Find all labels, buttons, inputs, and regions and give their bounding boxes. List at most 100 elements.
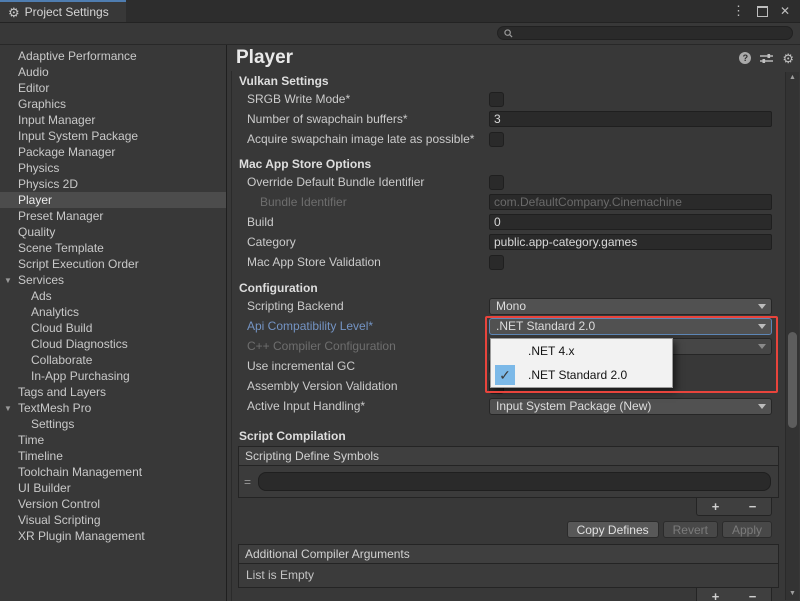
gear-icon[interactable]: ⚙ <box>782 52 794 65</box>
sidebar-item-cloud-diagnostics[interactable]: ▼ Cloud Diagnostics <box>0 336 226 352</box>
sidebar-item-time[interactable]: ▼ Time <box>0 432 226 448</box>
row-bundle-identifier: Bundle Identifier <box>232 192 784 212</box>
row-build: Build <box>232 212 784 232</box>
sidebar-item-label: Quality <box>18 225 55 239</box>
scrollbar-thumb[interactable] <box>788 332 797 428</box>
sidebar-item-physics-2d[interactable]: ▼ Physics 2D <box>0 176 226 192</box>
sidebar-item-label: Tags and Layers <box>18 385 106 399</box>
list-empty-label: List is Empty <box>239 564 778 587</box>
sidebar-item-graphics[interactable]: ▼ Graphics <box>0 96 226 112</box>
tab-project-settings[interactable]: ⚙ Project Settings <box>0 0 126 22</box>
swapchain-buffers-input[interactable] <box>490 112 771 126</box>
menu-kebab-icon[interactable]: ⋮ <box>732 3 745 19</box>
sidebar-item-collaborate[interactable]: ▼ Collaborate <box>0 352 226 368</box>
sidebar-item-settings[interactable]: ▼ Settings <box>0 416 226 432</box>
sidebar-item-label: Audio <box>18 65 49 79</box>
sidebar-item-label: Adaptive Performance <box>18 49 137 63</box>
row-srgb-write-mode: SRGB Write Mode* ✓ <box>232 89 784 109</box>
active-input-handling-label: Active Input Handling* <box>232 399 489 413</box>
row-api-compatibility: Api Compatibility Level* .NET Standard 2… <box>232 316 784 336</box>
presets-icon[interactable] <box>760 53 773 64</box>
build-label: Build <box>232 215 489 229</box>
remove-button[interactable]: − <box>749 590 757 601</box>
add-button[interactable]: + <box>712 590 720 601</box>
drag-handle-icon[interactable]: = <box>244 475 258 489</box>
category-input[interactable] <box>490 235 771 249</box>
sidebar-item-in-app-purchasing[interactable]: ▼ In-App Purchasing <box>0 368 226 384</box>
sidebar-item-version-control[interactable]: ▼ Version Control <box>0 496 226 512</box>
sidebar-item-quality[interactable]: ▼ Quality <box>0 224 226 240</box>
active-input-handling-dropdown[interactable]: Input System Package (New) <box>489 398 772 415</box>
scripting-backend-label: Scripting Backend <box>232 299 489 313</box>
project-settings-window: ⚙ Project Settings ⋮ ✕ ▼ Adaptive Perfor… <box>0 0 800 600</box>
close-icon[interactable]: ✕ <box>780 4 790 18</box>
sidebar-item-timeline[interactable]: ▼ Timeline <box>0 448 226 464</box>
build-input[interactable] <box>490 215 771 229</box>
bundle-identifier-label: Bundle Identifier <box>232 195 489 209</box>
sidebar-item-package-manager[interactable]: ▼ Package Manager <box>0 144 226 160</box>
toolbar <box>0 23 800 45</box>
check-icon: ✓ <box>495 365 515 385</box>
expand-triangle-icon[interactable]: ▼ <box>4 273 12 289</box>
sidebar-item-tags-and-layers[interactable]: ▼ Tags and Layers <box>0 384 226 400</box>
sidebar-item-physics[interactable]: ▼ Physics <box>0 160 226 176</box>
sidebar-item-label: Physics 2D <box>18 177 78 191</box>
sidebar-item-label: Timeline <box>18 449 63 463</box>
scroll-up-icon[interactable]: ▲ <box>786 72 799 84</box>
sidebar-item-toolchain-management[interactable]: ▼ Toolchain Management <box>0 464 226 480</box>
srgb-write-mode-checkbox[interactable]: ✓ <box>489 92 504 107</box>
acquire-swapchain-checkbox[interactable]: ✓ <box>489 132 504 147</box>
vertical-scrollbar[interactable]: ▲ ▼ <box>785 72 799 600</box>
expand-triangle-icon[interactable]: ▼ <box>4 401 12 417</box>
scripting-backend-dropdown[interactable]: Mono <box>489 298 772 315</box>
sidebar-item-label: Input System Package <box>18 129 138 143</box>
player-settings-panel: Player ? ⚙ Vulkan Settings SRGB Writ <box>227 45 800 601</box>
sidebar-item-visual-scripting[interactable]: ▼ Visual Scripting <box>0 512 226 528</box>
search-input[interactable] <box>513 27 786 39</box>
sidebar-item-player[interactable]: ▼ Player <box>0 192 226 208</box>
scroll-down-icon[interactable]: ▼ <box>786 588 799 600</box>
search-box[interactable] <box>497 26 793 40</box>
sidebar-item-input-manager[interactable]: ▼ Input Manager <box>0 112 226 128</box>
popup-item-netstandard20[interactable]: ✓ .NET Standard 2.0 <box>491 363 672 387</box>
sidebar-item-label: Physics <box>18 161 59 175</box>
sidebar-item-cloud-build[interactable]: ▼ Cloud Build <box>0 320 226 336</box>
sidebar-item-scene-template[interactable]: ▼ Scene Template <box>0 240 226 256</box>
sidebar-item-audio[interactable]: ▼ Audio <box>0 64 226 80</box>
mac-validation-checkbox[interactable]: ✓ <box>489 255 504 270</box>
help-icon[interactable]: ? <box>739 52 751 64</box>
sidebar-item-adaptive-performance[interactable]: ▼ Adaptive Performance <box>0 48 226 64</box>
sidebar-item-label: Script Execution Order <box>18 257 139 271</box>
sidebar-item-editor[interactable]: ▼ Editor <box>0 80 226 96</box>
remove-button[interactable]: − <box>749 500 757 513</box>
api-compatibility-popup: .NET 4.x ✓ .NET Standard 2.0 <box>490 338 673 388</box>
row-category: Category <box>232 232 784 252</box>
sidebar-item-label: Scene Template <box>18 241 104 255</box>
main-split: ▼ Adaptive Performance ▼ Audio ▼ Editor … <box>0 45 800 601</box>
sidebar-item-ui-builder[interactable]: ▼ UI Builder <box>0 480 226 496</box>
override-bundle-id-checkbox[interactable]: ✓ <box>489 175 504 190</box>
cpp-compiler-config-label: C++ Compiler Configuration <box>232 339 489 353</box>
row-swapchain-buffers: Number of swapchain buffers* <box>232 109 784 129</box>
define-symbol-input[interactable] <box>259 473 770 490</box>
api-compatibility-dropdown[interactable]: .NET Standard 2.0 <box>489 318 772 335</box>
copy-defines-button[interactable]: Copy Defines <box>567 521 659 538</box>
sidebar-item-xr-plugin-management[interactable]: ▼ XR Plugin Management <box>0 528 226 544</box>
sidebar-item-textmesh-pro[interactable]: ▼ TextMesh Pro <box>0 400 226 416</box>
maximize-icon[interactable] <box>757 6 768 17</box>
sidebar-item-script-execution-order[interactable]: ▼ Script Execution Order <box>0 256 226 272</box>
mac-validation-label: Mac App Store Validation <box>232 255 489 269</box>
popup-item-net4x[interactable]: .NET 4.x <box>491 339 672 363</box>
chevron-down-icon <box>758 304 766 309</box>
sidebar-item-label: Time <box>18 433 44 447</box>
sidebar-item-label: Visual Scripting <box>18 513 101 527</box>
sidebar-item-ads[interactable]: ▼ Ads <box>0 288 226 304</box>
sidebar-item-analytics[interactable]: ▼ Analytics <box>0 304 226 320</box>
sidebar-item-label: In-App Purchasing <box>31 369 130 383</box>
sidebar-item-services[interactable]: ▼ Services <box>0 272 226 288</box>
sidebar-item-input-system-package[interactable]: ▼ Input System Package <box>0 128 226 144</box>
sidebar-item-preset-manager[interactable]: ▼ Preset Manager <box>0 208 226 224</box>
add-button[interactable]: + <box>712 500 720 513</box>
panel-header: Player ? ⚙ <box>227 45 800 71</box>
settings-category-list: ▼ Adaptive Performance ▼ Audio ▼ Editor … <box>0 45 227 601</box>
